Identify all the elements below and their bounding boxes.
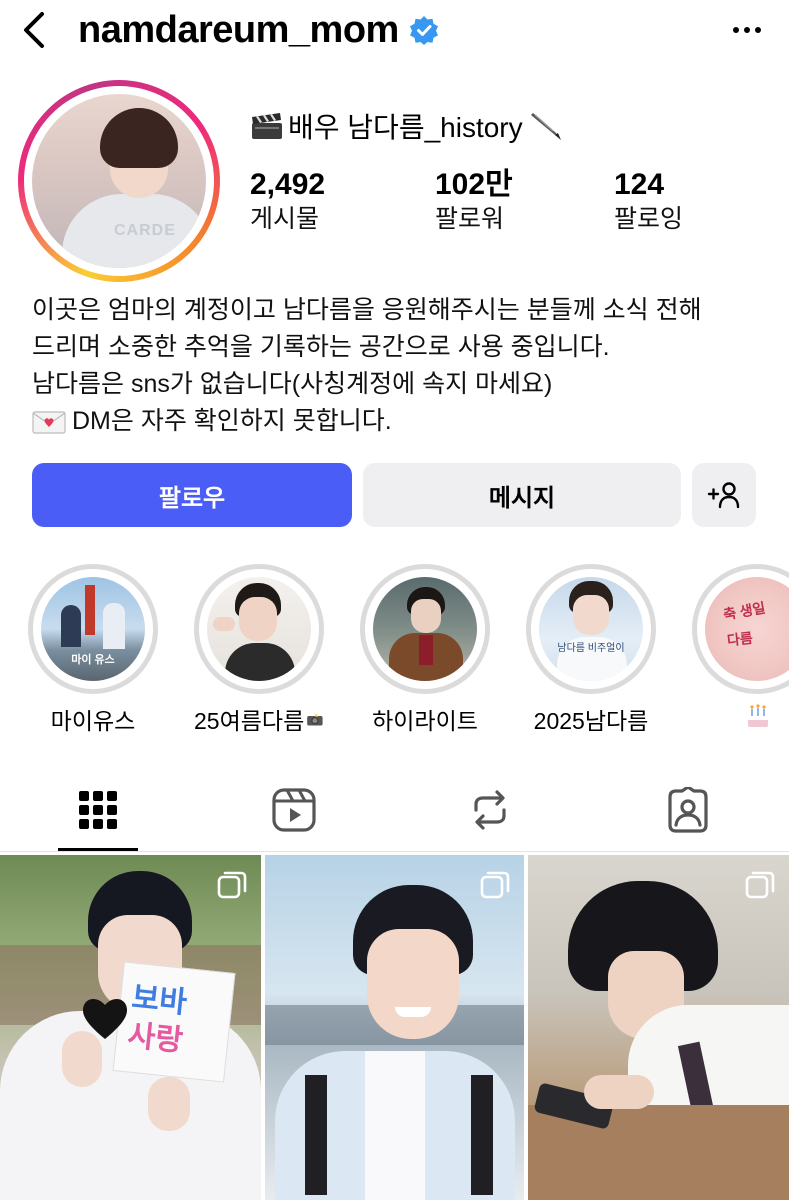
highlight-label: 25여름다름 — [194, 702, 324, 736]
followers-count-label: 팔로워 — [435, 205, 505, 233]
carousel-icon — [217, 871, 247, 899]
suggested-users-button[interactable] — [692, 463, 756, 527]
profile-avatar-story-ring[interactable]: CARDE — [18, 80, 220, 282]
display-name-text: 배우 남다름_history — [288, 112, 523, 143]
highlight-cover — [373, 577, 477, 681]
tab-reposts[interactable] — [430, 770, 550, 850]
posts-count-value: 2,492 — [250, 168, 326, 201]
followers-count[interactable]: 102만 팔로워 — [435, 168, 513, 236]
carousel-icon — [745, 871, 775, 899]
username-container: namdareum_mom — [78, 8, 439, 52]
profile-avatar: CARDE — [32, 94, 206, 268]
following-count[interactable]: 124 팔로잉 — [614, 168, 683, 236]
tab-posts-grid[interactable] — [38, 770, 158, 850]
highlight-label — [692, 702, 789, 730]
tab-tagged[interactable] — [628, 770, 748, 850]
highlight-label: 하이라이트 — [372, 708, 478, 734]
posts-count[interactable]: 2,492 게시물 — [250, 168, 325, 236]
profile-header: namdareum_mom — [0, 0, 789, 64]
dot-icon — [733, 27, 739, 33]
clapperboard-icon — [252, 113, 282, 139]
message-button[interactable]: 메시지 — [363, 463, 681, 527]
posts-grid: 보바 사랑 — [0, 855, 789, 1200]
posts-count-label: 게시물 — [250, 205, 320, 233]
highlight-ring — [360, 564, 490, 694]
chevron-left-icon — [24, 12, 44, 48]
highlight-ring: 마이 유스 — [28, 564, 158, 694]
display-name: 배우 남다름_history — [250, 106, 565, 146]
highlight-ring: 축 생일 다름 — [692, 564, 789, 694]
dot-icon — [755, 27, 761, 33]
highlight-item[interactable]: 남다름 비주얼이 2025남다름 — [526, 564, 656, 736]
highlight-cover — [207, 577, 311, 681]
highlight-cover-text: 마이 유스 — [71, 654, 115, 666]
username: namdareum_mom — [78, 8, 399, 51]
repost-icon — [474, 790, 506, 830]
grid-icon — [79, 791, 117, 829]
fountain-pen-icon — [530, 113, 561, 140]
follow-button[interactable]: 팔로우 — [32, 463, 352, 527]
highlight-cover-text: 남다름 비주얼이 — [557, 643, 625, 654]
camera-flash-icon — [307, 711, 323, 726]
highlight-cover: 마이 유스 — [41, 577, 145, 681]
bio-line: 드리며 소중한 추억을 기록하는 공간으로 사용 중입니다. — [32, 333, 610, 361]
bio-line: 남다름은 sns가 없습니다(사칭계정에 속지 마세요) — [32, 370, 553, 398]
highlight-cover: 축 생일 다름 — [705, 577, 789, 681]
active-tab-indicator — [58, 848, 138, 851]
more-options-button[interactable] — [733, 10, 761, 50]
post-thumbnail[interactable] — [528, 855, 789, 1200]
post-thumbnail[interactable] — [265, 855, 524, 1200]
verified-badge-icon — [409, 16, 438, 45]
dot-icon — [744, 27, 750, 33]
following-count-value: 124 — [614, 168, 665, 201]
bio-line-dm: DM은 자주 확인하지 못합니다. — [32, 403, 772, 440]
profile-tabs — [0, 770, 789, 852]
highlight-ring: 남다름 비주얼이 — [526, 564, 656, 694]
highlight-item[interactable]: 마이 유스 마이유스 — [28, 564, 158, 736]
birthday-cake-icon — [748, 704, 768, 727]
carousel-icon — [480, 871, 510, 899]
tagged-person-icon — [668, 787, 708, 833]
highlight-item[interactable]: 축 생일 다름 — [692, 564, 789, 730]
highlight-label: 마이유스 — [50, 708, 136, 734]
back-button[interactable] — [14, 8, 54, 52]
add-person-icon — [707, 482, 740, 509]
followers-count-value: 102만 — [435, 168, 513, 201]
highlight-item[interactable]: 하이라이트 — [360, 564, 490, 736]
post-thumbnail[interactable]: 보바 사랑 — [0, 855, 261, 1200]
highlight-cover: 남다름 비주얼이 — [539, 577, 643, 681]
highlight-ring — [194, 564, 324, 694]
highlight-label: 2025남다름 — [533, 708, 649, 734]
reels-icon — [272, 788, 316, 832]
profile-bio: 이곳은 엄마의 계정이고 남다름을 응원해주시는 분들께 소식 전해 드리며 소… — [32, 292, 772, 440]
highlight-item[interactable]: 25여름다름 — [194, 564, 324, 736]
following-count-label: 팔로잉 — [614, 205, 684, 233]
bio-line: 이곳은 엄마의 계정이고 남다름을 응원해주시는 분들께 소식 전해 — [32, 296, 702, 324]
tab-reels[interactable] — [234, 770, 354, 850]
bio-line-text: DM은 자주 확인하지 못합니다. — [72, 407, 392, 435]
love-letter-icon — [32, 410, 66, 434]
